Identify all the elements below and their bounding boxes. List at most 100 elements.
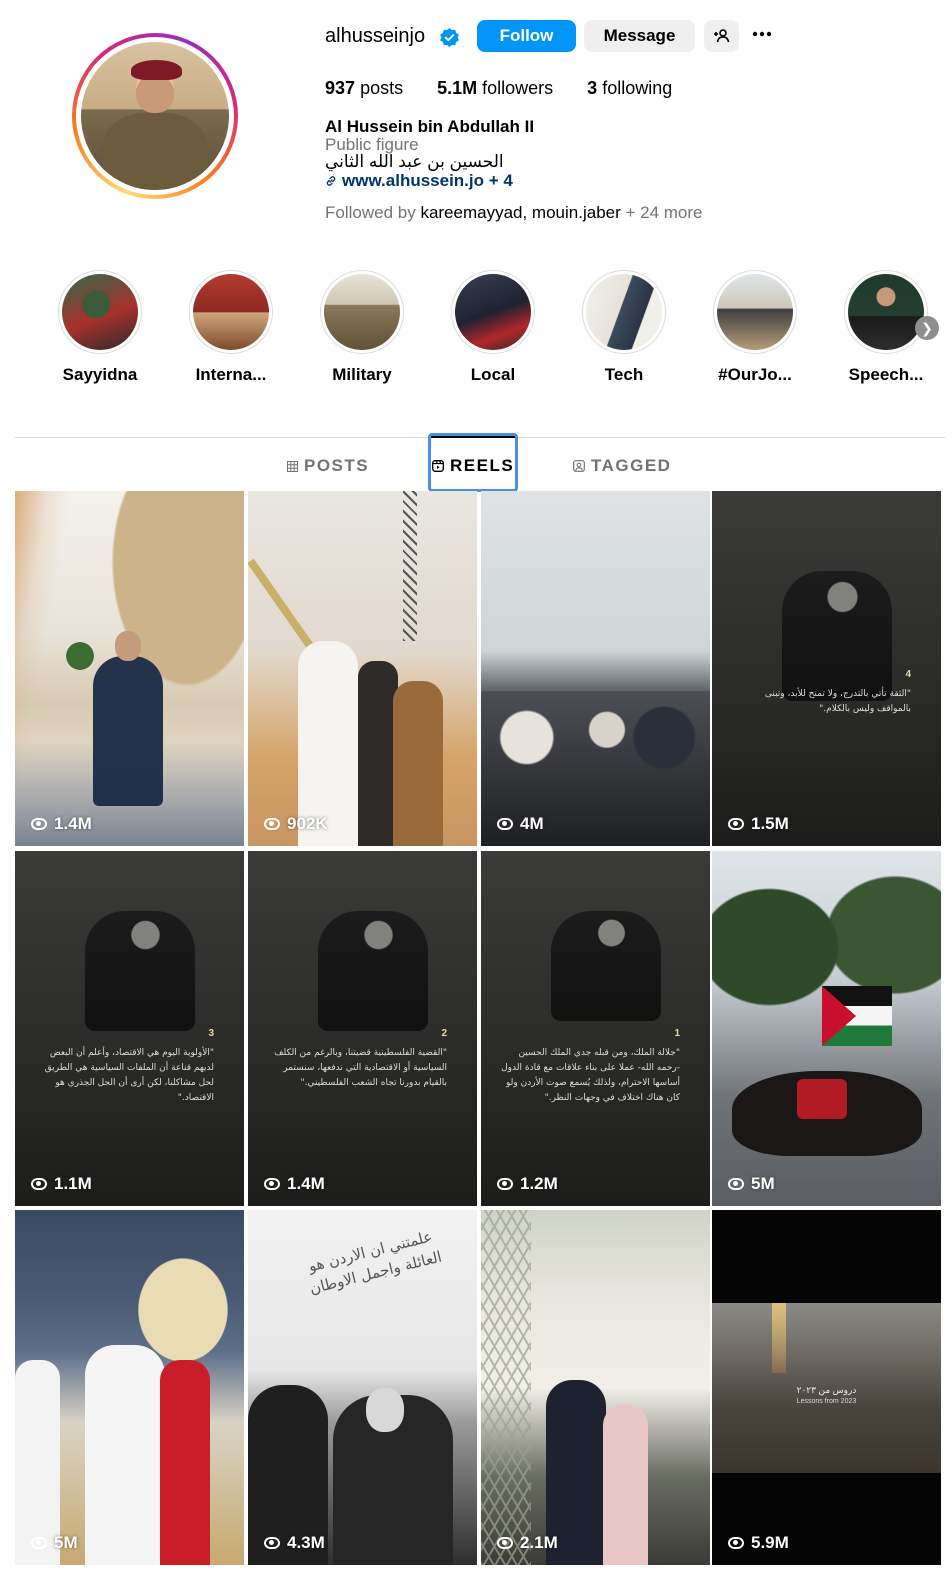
reel-views-count: 1.4M bbox=[287, 1174, 325, 1193]
highlight-sayyidna[interactable]: Sayyidna bbox=[45, 270, 155, 385]
reel-image-rainbow bbox=[772, 1303, 786, 1373]
posts-label: posts bbox=[360, 78, 404, 98]
more-options-icon bbox=[752, 31, 772, 37]
reel-image-seated-figure bbox=[551, 911, 661, 1021]
reel-views-count: 902K bbox=[287, 814, 328, 833]
eye-icon bbox=[728, 1537, 744, 1549]
reel-image-trees bbox=[712, 851, 941, 1091]
add-person-icon bbox=[713, 29, 729, 43]
highlight-military[interactable]: Military bbox=[307, 270, 417, 385]
avatar-figure-beret bbox=[131, 59, 182, 81]
highlight-ourjordan[interactable]: #OurJo... bbox=[700, 270, 810, 385]
reel-quote: "الثقة تأتي بالتدرج، ولا تمنح للأبد، وتب… bbox=[764, 689, 911, 714]
tab-tagged[interactable]: TAGGED bbox=[573, 456, 671, 476]
tab-tagged-label: TAGGED bbox=[591, 456, 672, 475]
highlight-ring bbox=[582, 270, 666, 354]
followed-by-suffix: + 24 more bbox=[620, 203, 703, 222]
profile-link[interactable]: www.alhussein.jo + 4 bbox=[325, 171, 513, 191]
reel-image-face-right bbox=[366, 1388, 404, 1432]
followed-by[interactable]: Followed by kareemayyad, mouin.jaber + 2… bbox=[325, 203, 703, 223]
following-label: following bbox=[602, 78, 673, 98]
highlight-ring bbox=[58, 270, 142, 354]
highlight-image bbox=[717, 274, 793, 350]
avatar-image bbox=[81, 42, 229, 190]
highlight-tech[interactable]: Tech bbox=[569, 270, 679, 385]
reel-tile[interactable]: 4 "الثقة تأتي بالتدرج، ولا تمنح للأبد، و… bbox=[712, 491, 941, 846]
reel-caption: علمتني ان الاردن هو العائلة واجمل الاوطا… bbox=[306, 1227, 444, 1298]
eye-icon bbox=[497, 818, 513, 830]
posts-stat: 937 posts bbox=[325, 78, 403, 99]
reel-tile[interactable]: 902K bbox=[248, 491, 477, 846]
reel-tile[interactable]: 4M bbox=[481, 491, 710, 846]
tagged-icon bbox=[573, 460, 585, 472]
highlight-image bbox=[62, 274, 138, 350]
reel-image-flag-triangle bbox=[822, 986, 856, 1046]
profile-arabic-name: الحسين بن عبد الله الثاني bbox=[325, 152, 504, 171]
reel-views-count: 5M bbox=[54, 1533, 78, 1552]
reel-views-count: 1.4M bbox=[54, 814, 92, 833]
tab-reels[interactable]: REELS bbox=[432, 456, 514, 476]
reel-image-person-robe bbox=[393, 681, 443, 846]
reel-tile[interactable]: 3 "الأولوية اليوم هي الاقتصاد، وأعلم أن … bbox=[15, 851, 244, 1206]
eye-icon bbox=[728, 818, 744, 830]
reel-views-count: 5.9M bbox=[751, 1533, 789, 1552]
followers-stat[interactable]: 5.1M followers bbox=[437, 78, 553, 99]
reel-image-player-center bbox=[85, 1345, 165, 1565]
reel-tile[interactable]: 1.4M bbox=[15, 491, 244, 846]
highlight-ring bbox=[713, 270, 797, 354]
reel-tile[interactable]: 5M bbox=[15, 1210, 244, 1565]
reel-views: 5M bbox=[31, 1533, 78, 1553]
reel-views: 1.5M bbox=[728, 814, 789, 834]
quote-number: 2 bbox=[441, 1028, 447, 1039]
reel-quote: "القضية الفلسطينية قضيتنا، وبالرغم من ال… bbox=[274, 1048, 447, 1088]
eye-icon bbox=[31, 1537, 47, 1549]
highlights-next-button[interactable]: ❯ bbox=[915, 316, 939, 340]
reel-tile[interactable]: علمتني ان الاردن هو العائلة واجمل الاوطا… bbox=[248, 1210, 477, 1565]
profile-full-name: Al Hussein bin Abdullah II bbox=[325, 117, 535, 136]
highlight-label: Sayyidna bbox=[62, 365, 138, 384]
link-text: www.alhussein.jo + 4 bbox=[342, 171, 513, 190]
reel-tile[interactable]: دروس من ٢٠٢٣ Lessons from 2023 5.9M bbox=[712, 1210, 941, 1565]
eye-icon bbox=[497, 1537, 513, 1549]
eye-icon bbox=[31, 1178, 47, 1190]
reel-views-count: 1.5M bbox=[751, 814, 789, 833]
story-highlights: Sayyidna Interna... Military Local Tech … bbox=[45, 270, 940, 390]
suggested-accounts-button[interactable] bbox=[704, 20, 739, 52]
follow-button[interactable]: Follow bbox=[477, 20, 576, 52]
followed-by-users: kareemayyad, mouin.jaber bbox=[420, 203, 621, 222]
more-options-button[interactable] bbox=[748, 22, 776, 50]
following-stat[interactable]: 3 following bbox=[587, 78, 672, 99]
highlight-label: Speech... bbox=[848, 365, 924, 384]
reel-quote: "جلالة الملك، ومن قبله جدي الملك الحسين … bbox=[501, 1048, 680, 1103]
highlight-international[interactable]: Interna... bbox=[176, 270, 286, 385]
reel-image-head bbox=[115, 631, 141, 661]
reel-image-person-pink bbox=[603, 1405, 648, 1565]
highlight-ring bbox=[844, 270, 928, 354]
reel-caption-en: Lessons from 2023 bbox=[796, 1398, 857, 1405]
reel-tile[interactable]: 2.1M bbox=[481, 1210, 710, 1565]
quote-number: 4 bbox=[905, 669, 911, 680]
highlight-image bbox=[193, 274, 269, 350]
reel-image-sword bbox=[248, 558, 317, 654]
highlight-label: Military bbox=[332, 365, 392, 384]
reel-tile[interactable]: 2 "القضية الفلسطينية قضيتنا، وبالرغم من … bbox=[248, 851, 477, 1206]
eye-icon bbox=[264, 818, 280, 830]
followers-count: 5.1M bbox=[437, 78, 478, 98]
reel-quote: "الأولوية اليوم هي الاقتصاد، وأعلم أن ال… bbox=[44, 1048, 214, 1103]
profile-avatar[interactable] bbox=[72, 33, 238, 199]
following-count: 3 bbox=[587, 78, 598, 98]
reel-image-plant bbox=[60, 641, 100, 671]
reels-icon bbox=[432, 460, 444, 472]
reel-tile[interactable]: 1 "جلالة الملك، ومن قبله جدي الملك الحسي… bbox=[481, 851, 710, 1206]
highlight-label: Interna... bbox=[195, 365, 267, 384]
reel-image-seated-figure bbox=[318, 911, 428, 1031]
tab-posts[interactable]: POSTS bbox=[287, 456, 369, 476]
highlight-local[interactable]: Local bbox=[438, 270, 548, 385]
avatar-figure-face bbox=[135, 74, 175, 114]
reel-views: 1.4M bbox=[31, 814, 92, 834]
tab-posts-label: POSTS bbox=[304, 456, 370, 475]
message-button[interactable]: Message bbox=[584, 20, 695, 52]
highlight-image bbox=[455, 274, 531, 350]
reel-tile[interactable]: 5M bbox=[712, 851, 941, 1206]
reel-views: 5.9M bbox=[728, 1533, 789, 1553]
